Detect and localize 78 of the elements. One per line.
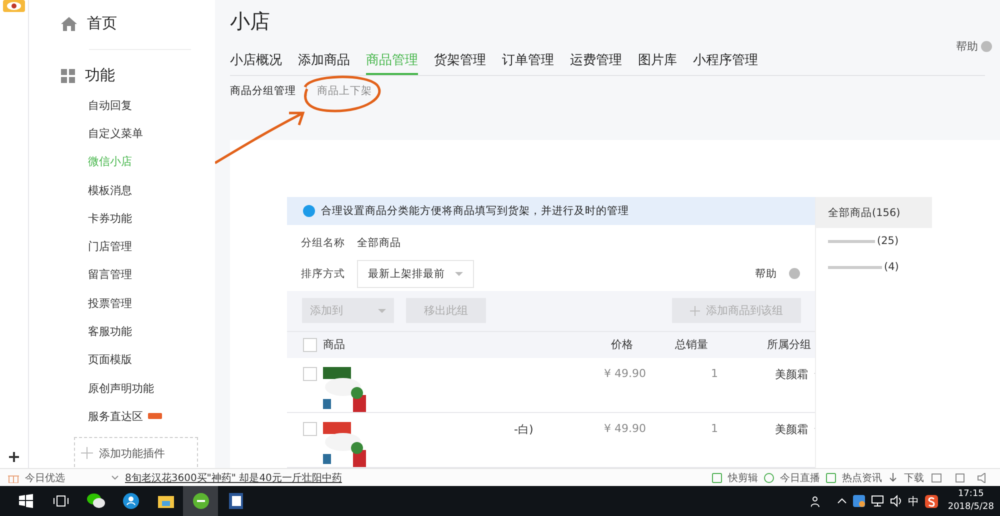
- toolbar-link[interactable]: 快剪辑: [728, 470, 758, 485]
- browser-icon[interactable]: [183, 486, 218, 516]
- sidebar-item[interactable]: 客服功能: [88, 324, 132, 340]
- toolbar-link[interactable]: 今日直播: [780, 470, 820, 485]
- toolbar-link[interactable]: 下载: [904, 470, 924, 485]
- home-link[interactable]: 首页: [86, 14, 117, 33]
- checkbox[interactable]: [303, 367, 317, 382]
- chevron-icon: [111, 474, 119, 481]
- ime-indicator[interactable]: 中: [908, 494, 919, 508]
- blurred-text: [828, 240, 875, 242]
- tab[interactable]: 图片库: [638, 51, 677, 75]
- sidebar-item[interactable]: 门店管理: [88, 239, 132, 254]
- tab[interactable]: 订单管理: [502, 51, 554, 75]
- sidebar-item[interactable]: 卡券功能: [88, 210, 132, 226]
- tool-icon: [764, 472, 774, 483]
- tab[interactable]: 小店概况: [230, 51, 282, 75]
- sidebar-item[interactable]: 留言管理: [88, 267, 132, 282]
- sales-cell-text: 1: [710, 422, 718, 436]
- help-link[interactable]: 帮助: [956, 39, 978, 54]
- sort-dropdown[interactable]: 最新上架排最前: [357, 260, 474, 288]
- add-plugin-button[interactable]: 添加功能插件: [74, 436, 198, 467]
- group-cell: 美颜霜: [775, 422, 808, 438]
- group-item[interactable]: (4): [884, 261, 899, 273]
- tab[interactable]: 货架管理: [434, 51, 486, 75]
- sidebar-item[interactable]: 模板消息: [88, 182, 132, 198]
- eye-icon[interactable]: [2, 0, 25, 12]
- field-label: 分组名称: [301, 236, 345, 250]
- volume-icon[interactable]: [890, 495, 902, 507]
- status-label: 今日优选: [25, 472, 65, 485]
- sales-cell-text: 1: [710, 367, 718, 380]
- column-header: 价格: [610, 337, 633, 352]
- news-link[interactable]: 8旬老汉花3600买"神药" 却是40元一斤壮阳中药: [125, 470, 342, 485]
- help-icon: [789, 268, 800, 280]
- column-header: 总销量: [674, 337, 708, 352]
- notice-text: 合理设置商品分类能方便将商品填写到货架，并进行及时的管理: [321, 204, 629, 218]
- plus-icon: [690, 306, 700, 316]
- tab[interactable]: 小程序管理: [693, 51, 758, 75]
- tab[interactable]: 添加商品: [298, 51, 350, 75]
- windows-logo-icon: [18, 494, 32, 508]
- sidebar-item[interactable]: 自定义菜单: [88, 126, 143, 141]
- task-view-icon: [52, 495, 68, 507]
- tool-icon: [826, 472, 836, 483]
- product-name: -白): [513, 423, 534, 436]
- clock[interactable]: 17:15 2018/5/28: [948, 488, 994, 514]
- group-name: 全部商品: [357, 236, 401, 250]
- field-label: 排序方式: [301, 266, 345, 281]
- help-link[interactable]: 帮助: [755, 266, 777, 281]
- section-title: 功能: [84, 66, 115, 85]
- help-icon: [981, 41, 992, 52]
- column-header: 商品: [323, 337, 346, 352]
- info-icon: [303, 205, 315, 218]
- network-icon[interactable]: [870, 495, 884, 507]
- subtab[interactable]: 商品分组管理: [230, 84, 296, 98]
- sidebar-item[interactable]: 自动回复: [88, 98, 132, 113]
- sidebar-item[interactable]: 原创声明功能: [88, 380, 154, 396]
- group-cell: 美颜霜: [775, 367, 808, 382]
- plus-icon[interactable]: [8, 452, 19, 462]
- price-cell: ¥ 49.90: [604, 422, 646, 436]
- input-method-icon[interactable]: [924, 494, 938, 508]
- home-icon: [60, 16, 77, 30]
- sidebar-item[interactable]: 页面模版: [88, 352, 132, 368]
- sidebar-item[interactable]: 投票管理: [88, 296, 132, 311]
- plus-icon: [80, 447, 93, 460]
- app-tray-icon[interactable]: [852, 495, 865, 507]
- download-icon: [888, 472, 898, 483]
- sidebar-item[interactable]: 服务直达区: [88, 408, 143, 424]
- chevron-icon[interactable]: [836, 498, 847, 504]
- group-item[interactable]: (25): [877, 235, 899, 247]
- checkbox[interactable]: [303, 338, 317, 352]
- price-cell: ¥ 49.90: [604, 367, 646, 380]
- blurred-text: [828, 266, 882, 268]
- page-title: 小店: [230, 8, 271, 35]
- grid-icon: [60, 68, 75, 82]
- tab[interactable]: 运费管理: [570, 51, 622, 75]
- toolbar-link[interactable]: 热点资讯: [842, 470, 882, 485]
- column-header: 所属分组: [766, 337, 811, 352]
- tool-icon: [712, 472, 722, 483]
- checkbox[interactable]: [303, 422, 317, 436]
